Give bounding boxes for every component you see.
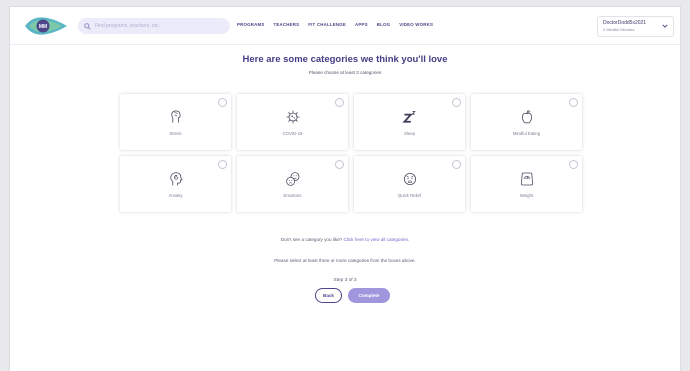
nav-blog[interactable]: BLOG [377,22,390,27]
category-label: COVID-19 [282,130,303,136]
zzz-icon [401,110,416,123]
search-input[interactable]: Find programs, teachers, etc. [95,23,160,29]
back-button[interactable]: Back [315,288,342,303]
chevron-down-icon [662,24,668,28]
brain-hand-icon [170,110,181,123]
complete-button[interactable]: Complete [348,288,390,303]
category-radio[interactable] [569,160,578,169]
category-radio[interactable] [452,98,461,107]
head-spiral-icon [169,171,183,185]
main-nav: PROGRAMS TEACHERS FIT CHALLENGE APPS BLO… [237,22,433,27]
scale-icon [520,172,533,185]
top-header: MM Find programs, teachers, etc. PROGRAM… [10,7,680,45]
nav-video-works[interactable]: VIDEO WORKS [399,22,433,27]
logo-icon[interactable]: MM [23,16,69,36]
category-radio[interactable] [218,160,227,169]
selection-warning: Please select at least three or more cat… [274,258,416,263]
category-radio[interactable] [335,160,344,169]
category-card-quick-relief[interactable]: Quick Relief [354,156,465,212]
category-card-mindful-eating[interactable]: Mindful Eating [471,94,582,150]
category-card-sleep[interactable]: Sleep [354,94,465,150]
category-label: Stress [169,130,182,136]
category-label: Emotions [283,192,302,198]
app-frame: MM Find programs, teachers, etc. PROGRAM… [9,6,681,371]
category-radio[interactable] [218,98,227,107]
category-card-stress[interactable]: Stress [120,94,231,150]
nav-teachers[interactable]: TEACHERS [273,22,299,27]
category-label: Quick Relief [397,192,422,198]
step-indicator: Step 3 of 3 [333,278,357,283]
user-name: DoctorDodd5x2021 [603,20,647,26]
user-menu[interactable]: DoctorDodd5x2021 0 Mindful Minutes [597,16,674,37]
page-title: Here are some categories we think you'll… [242,54,448,65]
svg-text:MM: MM [39,24,47,30]
virus-icon [286,110,299,123]
page-subtitle: Please choose at least 3 categories [308,70,382,75]
category-card-emotions[interactable]: Emotions [237,156,348,212]
worried-face-icon [403,172,416,185]
category-hint: Don't see a category you like? Click her… [10,237,680,242]
search-icon [84,22,91,30]
category-grid: Stress COVID-19 Sleep Mindful Eating Anx… [120,94,582,212]
emotion-faces-icon [285,171,299,186]
category-radio[interactable] [569,98,578,107]
category-label: Weight [519,192,534,198]
category-label: Anxiety [168,192,183,198]
category-label: Mindful Eating [512,130,541,136]
category-label: Sleep [404,130,415,136]
category-radio[interactable] [452,160,461,169]
category-card-weight[interactable]: Weight [471,156,582,212]
search-bar[interactable]: Find programs, teachers, etc. [78,18,230,34]
nav-programs[interactable]: PROGRAMS [237,22,264,27]
apple-icon [521,109,532,123]
category-radio[interactable] [335,98,344,107]
nav-fit-challenge[interactable]: FIT CHALLENGE [308,22,346,27]
hint-text: Don't see a category you like? [280,237,343,242]
mindful-minutes: 0 Mindful Minutes [603,27,635,32]
category-card-covid-19[interactable]: COVID-19 [237,94,348,150]
nav-apps[interactable]: APPS [355,22,368,27]
category-card-anxiety[interactable]: Anxiety [120,156,231,212]
view-all-categories-link[interactable]: Click here to view all categories. [344,237,410,242]
